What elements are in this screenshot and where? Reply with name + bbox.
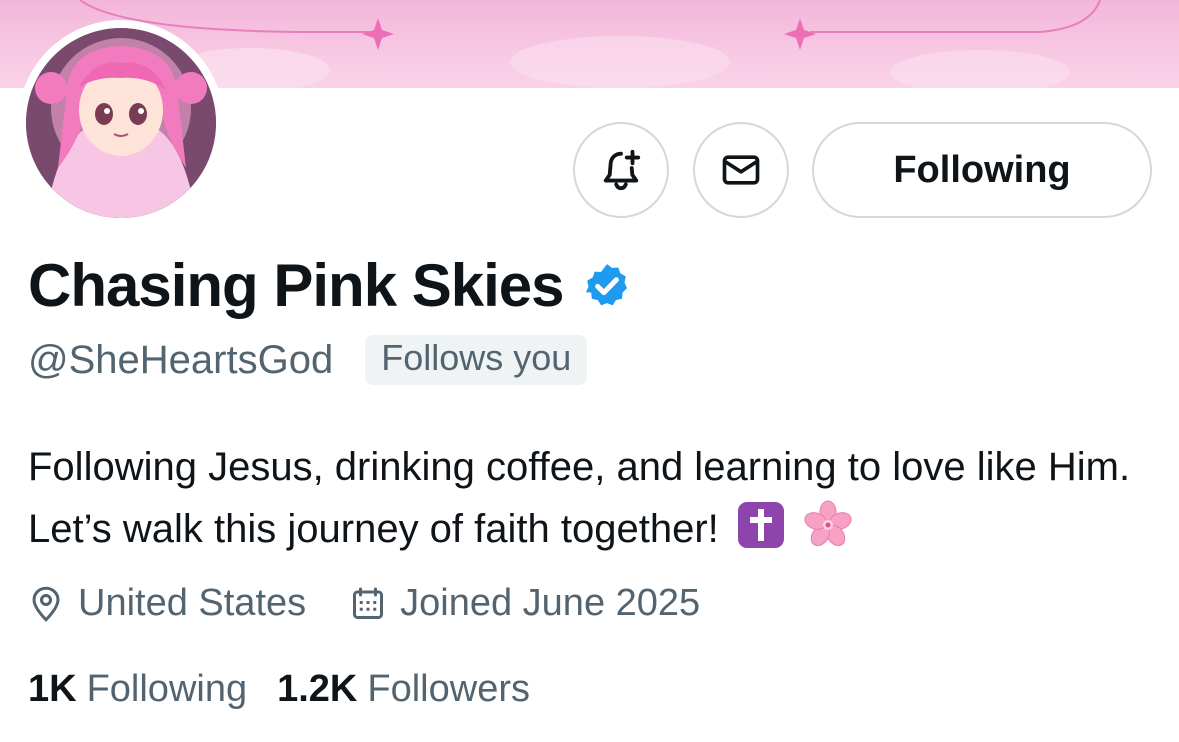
calendar-icon [353,587,384,619]
handle-row: @SheHeartsGod Follows you [28,335,588,385]
display-name: Chasing Pink Skies [28,252,565,319]
follows-you-badge: Follows you [365,335,588,385]
following-label: Following [86,668,248,710]
profile-meta: United States Joined June 2025 [28,582,700,625]
latin-cross-emoji [737,502,784,548]
location-text: United States [78,582,307,624]
joined-item: Joined June 2025 [350,582,700,625]
bio: Following Jesus, drinking coffee, and le… [28,436,1168,560]
followers-stat-link[interactable]: 1.2K Followers [277,668,530,711]
avatar[interactable] [18,20,224,226]
bell-plus-icon [603,149,641,191]
followers-count: 1.2K [277,668,358,710]
following-count: 1K [28,668,77,710]
following-button[interactable]: Following [812,122,1152,218]
name-row: Chasing Pink Skies [28,250,632,322]
location-item: United States [28,582,306,625]
handle: @SheHeartsGod [28,337,334,382]
location-pin-icon [32,586,60,622]
avatar-image [26,28,216,218]
bio-text: Following Jesus, drinking coffee, and le… [28,445,1131,551]
follow-stats: 1K Following 1.2K Followers [28,668,530,711]
following-stat-link[interactable]: 1K Following [28,668,247,711]
message-button[interactable] [693,122,789,218]
notify-button[interactable] [573,122,669,218]
cherry-blossom-emoji [804,500,852,547]
followers-label: Followers [367,668,530,710]
joined-text: Joined June 2025 [400,582,701,624]
verified-badge-icon[interactable] [582,261,632,311]
envelope-icon [722,155,760,185]
